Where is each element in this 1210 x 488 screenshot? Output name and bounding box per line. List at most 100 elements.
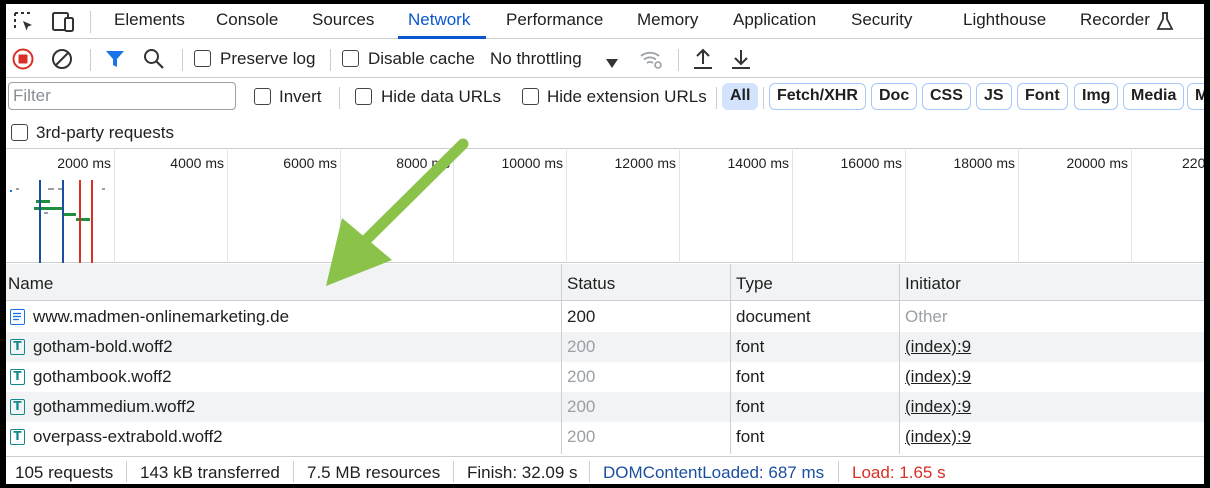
column-header-status[interactable]: Status [567, 274, 615, 294]
export-har-icon[interactable] [730, 47, 752, 76]
type-filter-fetch-xhr[interactable]: Fetch/XHR [769, 83, 866, 110]
third-party-row: 3rd-party requests [6, 117, 1204, 149]
table-row[interactable]: T gothambook.woff2 200 font (index):9 [6, 362, 1204, 392]
request-status: 200 [567, 397, 596, 416]
request-name: gothambook.woff2 [33, 367, 172, 386]
filter-icon[interactable] [105, 49, 125, 74]
third-party-checkbox[interactable] [11, 124, 28, 141]
request-type: document [736, 307, 811, 326]
request-name: www.madmen-onlinemarketing.de [33, 307, 290, 326]
invert-label: Invert [279, 87, 322, 106]
devtools-tab-bar: Elements Console Sources Network Perform… [6, 4, 1204, 39]
request-status: 200 [567, 367, 596, 386]
inspect-element-icon[interactable] [12, 10, 36, 39]
column-divider[interactable] [899, 264, 900, 454]
filter-input[interactable] [8, 82, 236, 110]
tab-application[interactable]: Application [733, 10, 816, 30]
type-filter-font[interactable]: Font [1017, 83, 1068, 110]
status-divider [126, 461, 127, 482]
toolbar-divider [90, 49, 91, 71]
tick-label: 220 [1182, 155, 1204, 171]
filter-bar: Invert Hide data URLs Hide extension URL… [6, 79, 1204, 116]
request-initiator-link[interactable]: (index):9 [905, 367, 971, 387]
finish-time: Finish: 32.09 s [467, 463, 578, 482]
clear-icon[interactable] [51, 48, 73, 75]
status-divider [589, 461, 590, 482]
stop-recording-icon[interactable] [12, 48, 34, 75]
table-row[interactable]: T gotham-bold.woff2 200 font (index):9 [6, 332, 1204, 362]
type-filter-doc[interactable]: Doc [871, 83, 918, 110]
table-row[interactable]: T overpass-extrabold.woff2 200 font (ind… [6, 422, 1204, 452]
status-divider [293, 461, 294, 482]
hide-data-urls-checkbox[interactable] [355, 88, 372, 105]
tick-label: 10000 ms [501, 155, 563, 171]
filter-divider [339, 87, 340, 109]
column-header-name[interactable]: Name [8, 274, 53, 294]
request-initiator-link[interactable]: (index):9 [905, 397, 971, 417]
type-filter-js[interactable]: JS [976, 83, 1012, 110]
tab-memory[interactable]: Memory [637, 10, 698, 30]
tick-line [340, 150, 341, 263]
column-divider[interactable] [561, 264, 562, 454]
resources-size: 7.5 MB resources [307, 463, 441, 482]
invert-checkbox[interactable] [254, 88, 271, 105]
hide-extension-urls-checkbox[interactable] [522, 88, 539, 105]
document-icon [10, 309, 25, 325]
request-name: gotham-bold.woff2 [33, 337, 173, 356]
network-overview-timeline[interactable]: 2000 ms 4000 ms 6000 ms 8000 ms 10000 ms… [6, 150, 1204, 263]
status-divider [453, 461, 454, 482]
transferred-size: 143 kB transferred [140, 463, 280, 482]
tab-performance[interactable]: Performance [506, 10, 603, 30]
hide-extension-urls-label: Hide extension URLs [547, 87, 707, 106]
tab-elements[interactable]: Elements [114, 10, 185, 30]
filter-divider [763, 87, 764, 109]
network-status-bar: 105 requests 143 kB transferred 7.5 MB r… [6, 456, 1204, 484]
tick-line [453, 150, 454, 263]
disable-cache-checkbox[interactable] [342, 50, 359, 67]
search-icon[interactable] [143, 48, 165, 75]
toolbar-divider [330, 49, 331, 71]
tick-line [566, 150, 567, 263]
column-header-initiator[interactable]: Initiator [905, 274, 961, 294]
devtools-window: Elements Console Sources Network Perform… [6, 4, 1204, 484]
type-filter-all[interactable]: All [722, 83, 759, 110]
device-toolbar-icon[interactable] [50, 10, 76, 39]
throttling-select[interactable]: No throttling [490, 49, 582, 69]
request-initiator-link[interactable]: (index):9 [905, 337, 971, 357]
network-conditions-icon[interactable] [639, 48, 663, 75]
request-initiator-link[interactable]: (index):9 [905, 427, 971, 447]
request-type: font [736, 367, 765, 386]
type-filter-img[interactable]: Img [1074, 83, 1119, 110]
import-har-icon[interactable] [692, 47, 714, 76]
request-name: overpass-extrabold.woff2 [33, 427, 223, 446]
column-divider[interactable] [730, 264, 731, 454]
tick-label: 6000 ms [283, 155, 337, 171]
tab-security[interactable]: Security [851, 10, 912, 30]
tab-sources[interactable]: Sources [312, 10, 374, 30]
tab-console[interactable]: Console [216, 10, 278, 30]
tick-line [1131, 150, 1132, 263]
table-row[interactable]: www.madmen-onlinemarketing.de 200 docume… [6, 302, 1204, 332]
request-status: 200 [567, 427, 596, 446]
filter-divider [716, 87, 717, 109]
type-filter-media[interactable]: Media [1123, 83, 1185, 110]
column-header-type[interactable]: Type [736, 274, 773, 294]
table-row[interactable]: T gothammedium.woff2 200 font (index):9 [6, 392, 1204, 422]
tab-network[interactable]: Network [408, 10, 470, 30]
request-count: 105 requests [15, 463, 114, 482]
network-toolbar: Preserve log Disable cache No throttling [6, 40, 1204, 78]
tab-recorder[interactable]: Recorder [1080, 10, 1150, 30]
requests-table-header: Name Status Type Initiator [6, 264, 1204, 301]
disable-cache-label: Disable cache [368, 49, 475, 68]
dropdown-caret-icon[interactable] [606, 54, 618, 74]
request-status: 200 [567, 337, 596, 356]
overview-waterfall [10, 180, 105, 263]
status-divider [838, 461, 839, 482]
tab-lighthouse[interactable]: Lighthouse [963, 10, 1046, 30]
type-filter-css[interactable]: CSS [922, 83, 971, 110]
font-icon: T [10, 339, 25, 355]
load-time: Load: 1.65 s [852, 463, 946, 482]
type-filter-more[interactable]: M [1187, 83, 1204, 110]
tick-label: 4000 ms [170, 155, 224, 171]
preserve-log-checkbox[interactable] [194, 50, 211, 67]
